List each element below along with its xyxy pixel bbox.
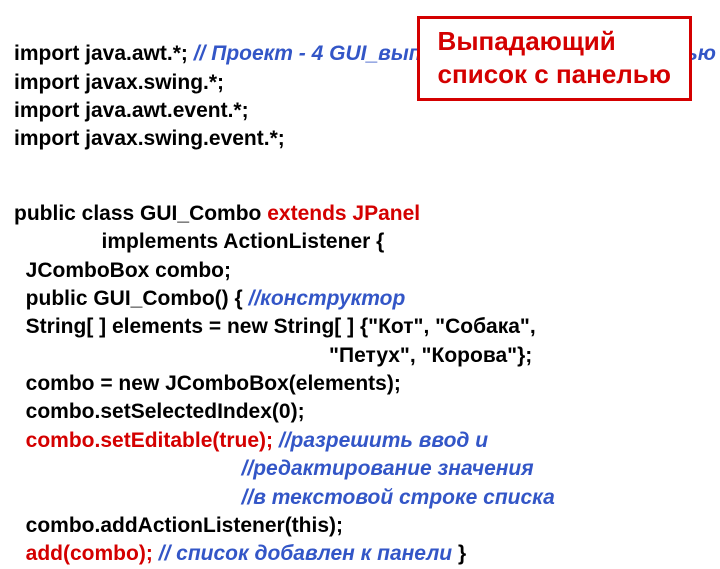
code-elements-2: "Петух", "Корова"}; <box>14 344 532 367</box>
code-add-comment: // список добавлен к панели <box>159 542 458 565</box>
code-closebrace: } <box>458 542 466 565</box>
code-combo-new: combo = new JComboBox(elements); <box>14 372 401 395</box>
code-import4: import javax.swing.event.*; <box>14 127 285 150</box>
callout-box: Выпадающий список с панелью <box>417 16 692 101</box>
code-import1: import java.awt.*; <box>14 42 194 65</box>
code-comment-edit2: //редактирование значения <box>14 457 534 480</box>
code-ctor-comment: //конструктор <box>249 287 406 310</box>
code-combo-editable: combo.setEditable(true); <box>14 429 279 452</box>
code-import2: import javax.swing.*; <box>14 71 224 94</box>
code-comment-edit3: //в текстовой строке списка <box>14 486 555 509</box>
code-addlistener: combo.addActionListener(this); <box>14 514 343 537</box>
code-ctor-a: public GUI_Combo() { <box>14 287 249 310</box>
code-add-a: add(combo); <box>14 542 159 565</box>
callout-line1: Выпадающий <box>438 25 671 58</box>
code-implements: implements ActionListener { <box>14 230 384 253</box>
code-field: JComboBox combo; <box>14 259 231 282</box>
code-classdecl-a: public class GUI_Combo <box>14 202 267 225</box>
code-import3: import java.awt.event.*; <box>14 99 249 122</box>
code-classdecl-b: extends JPanel <box>267 202 420 225</box>
code-comment-edit1: //разрешить ввод и <box>279 429 488 452</box>
callout-line2: список с панелью <box>438 58 671 91</box>
code-combo-selindex: combo.setSelectedIndex(0); <box>14 400 305 423</box>
code-elements-1: String[ ] elements = new String[ ] {"Кот… <box>14 315 536 338</box>
